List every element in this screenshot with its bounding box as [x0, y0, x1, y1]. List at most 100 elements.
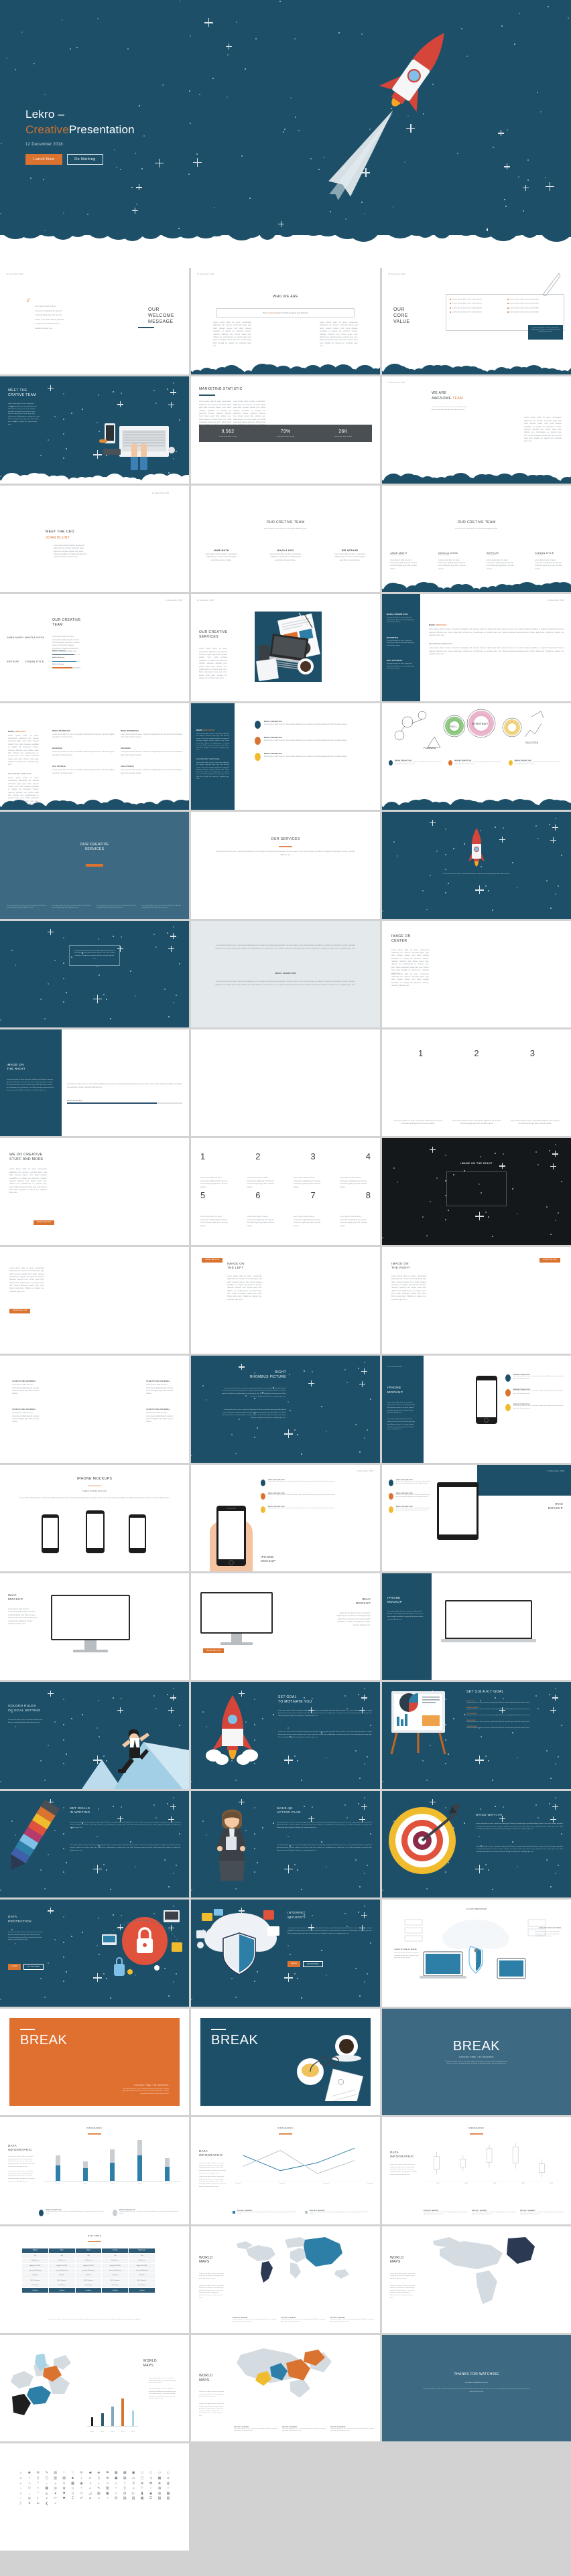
- slide-imac-mockup-b[interactable]: IMAGE BELLOW IMAC MOCKUP Lorem ipsum dol…: [191, 1573, 380, 1680]
- slide-sketch-strategy[interactable]: SKILL STRATEGY SUCCESS PLANNING MEDIA PR…: [382, 703, 571, 810]
- slide-data-table[interactable]: DATA TABLE Market Step Value Income Statemen…: [0, 2226, 189, 2334]
- slide-meet-the-ceo[interactable]: 12 December 2018 MEET THE CEO JOHN BLUNT…: [0, 485, 189, 593]
- slide-world-maps-europe[interactable]: WORLD MAPS Lorem ipsum dolor sit amet, c…: [0, 2335, 189, 2442]
- slide-our-core-value[interactable]: 12 December 2018 OUR CORE VALUE Lorem ip…: [382, 268, 571, 375]
- icon-set-glyph-icon: ⌁: [80, 2486, 83, 2491]
- sidebar-item-media-promotion[interactable]: MEDIA PROMOTION: [387, 613, 416, 616]
- slide-world-maps-asia[interactable]: WORLD MAPS Lorem ipsum dolor sit amet, c…: [191, 2335, 380, 2442]
- slide-numbers-123[interactable]: 1 2 3 Lorem ipsum dolor sit amet, consec…: [382, 1029, 571, 1137]
- slide-iphone-in-hand[interactable]: 12 December 2018 MEDIA PROMOTION Lorem ip…: [191, 1464, 380, 1572]
- slide-we-are-awesome-team[interactable]: 12 December 2018 WE ARE AWESOME TEAM Lor…: [382, 376, 571, 484]
- slide-marketing-statistic[interactable]: MARKETING STATISTIC Lorem ipsum dolor si…: [191, 376, 380, 484]
- slide-meet-the-creative-team[interactable]: MEET THE CRATIVE TEAM Lorem ipsum dolor …: [0, 376, 189, 484]
- slide-set-goals-in-writing[interactable]: SET GOALS IN WRITING Lorem ipsum dolor s…: [0, 1790, 189, 1898]
- slide-world-maps-america[interactable]: WORLD MAPS Lorem ipsum dolor sit amet, c…: [382, 2226, 571, 2334]
- slide-stick-with-it[interactable]: STICK WITH IT! Lorem ipsum dolor sit ame…: [382, 1790, 571, 1898]
- data-protection-illustration: [102, 1910, 182, 1977]
- slide-our-creative-team-skills[interactable]: 12 December 2018 OUR CREATIVE TEAM Lorem…: [0, 594, 189, 701]
- picture-label: YOUR PICTURE OR MODEL Lorem ipsum dolor …: [12, 1381, 40, 1395]
- data-table[interactable]: Market Step Value Income Statement +00 +00 +00 +…: [21, 2247, 155, 2293]
- slide-numbers-1-8[interactable]: 1 2 3 4 Lorem ipsum dolor sit amet, cons…: [191, 1138, 380, 1245]
- slide-imac-mockup[interactable]: IMAC MOCKUP Lorem ipsum dolor sit amet, …: [0, 1573, 189, 1680]
- slide-four-picture-model[interactable]: YOUR PICTURE OR MODEL Lorem ipsum dolor …: [0, 1356, 189, 1463]
- do-nothing-button[interactable]: DO NOTHING: [23, 1964, 44, 1971]
- table-footer-cell[interactable]: LinkNow: [48, 2287, 76, 2293]
- stat-label: Lorem ipsum dolor sit amet: [218, 436, 237, 438]
- slide-title: WORLD MAPS: [199, 2374, 213, 2382]
- stat-label: Lorem ipsum dolor sit amet: [276, 436, 295, 438]
- slide-image-on-center[interactable]: IMAGE ON CENTER Lorem ipsum dolor sit am…: [382, 920, 571, 1027]
- slide-golden-rules[interactable]: GOLDEN RULES OF GOAL SETTING Lorem ipsum…: [0, 1682, 189, 1789]
- image-bellow-button[interactable]: IMAGE BELLOW: [34, 1220, 55, 1225]
- caption: Lorem ipsum dolor sit amet, consectetur …: [442, 873, 511, 875]
- slide-cloud-services[interactable]: CLOUD SERVICES YOUR PICTURE OR MODEL Lor…: [382, 1900, 571, 2007]
- icon-set-glyph-icon: ◀: [88, 2471, 92, 2476]
- slide-break-steel[interactable]: BREAK COFFEE TIME / 30 MINUTES Lorem ips…: [382, 2008, 571, 2116]
- slide-set-smart-goal[interactable]: SET S.M.A.R.T GOAL SPECIFIC Lorem ipsum d…: [382, 1682, 571, 1789]
- lunch-now-button[interactable]: Lunch Now: [25, 153, 63, 165]
- slide-break-orange[interactable]: BREAK COFFEE TIME / 30 MINUTES Lorem ips…: [0, 2008, 189, 2116]
- sidebar-item-branding[interactable]: BRANDING: [387, 636, 416, 639]
- slide-our-creative-services-cover[interactable]: OUR CREATIVE SERVICES Lorem ipsum dolor …: [0, 812, 189, 919]
- do-nothing-button[interactable]: DO NOTHING: [303, 1961, 323, 1968]
- slide-internet-security[interactable]: INTERNET SECURITY Lorem ipsum dolor sit …: [191, 1900, 380, 2007]
- slide-set-goal-motivate[interactable]: SET GOAL TO MOTIVATE YOU Lorem ipsum dol…: [191, 1682, 380, 1789]
- icon-set-glyph-icon: ⌶: [72, 2496, 74, 2501]
- learn-button[interactable]: LEARN: [288, 1961, 301, 1968]
- image-bellow-button[interactable]: IMAGE BELLOW: [202, 1257, 223, 1263]
- icon-set-glyph-icon: ⌗: [28, 2502, 31, 2506]
- table-footer-cell[interactable]: LinkNow: [74, 2287, 103, 2293]
- table-footer-cell[interactable]: LinkNow: [101, 2287, 129, 2293]
- slide-right-rhombus-picture[interactable]: RIGHT RHOMBUS PICTURE Lorem ipsum dolor …: [191, 1356, 380, 1463]
- icon-set-glyph-icon: ⌀: [88, 2496, 92, 2501]
- slide-infographic-bar[interactable]: INFOGRAPHIC DATA INFOGRAPHIC Lorem ipsum…: [0, 2117, 189, 2224]
- slide-macbook-mockup[interactable]: IPHONE MOCKUP Lorem ipsum dolor sit amet…: [382, 1573, 571, 1680]
- image-bellow-button[interactable]: IMAGE BELLOW: [9, 1308, 31, 1313]
- slide-infographic-line[interactable]: INFOGRAPHIC DATA INFOGRAPHIC Lorem ipsum…: [191, 2117, 380, 2224]
- slide-icon-set[interactable]: ⌂ ☻ ✉ ✎ ▤ ♡ ☆ ⚲ ◀ ◈ ⚑ ▦ ▩ ▣ ▭ ▭ ▱ ◇ ⌂ ⌁ ▯ ▢ ▥ ▤ ♞ ♪ ♬ ▯ ⊕ ▣ ▤ ▭ ▢ ◁ ▦ ⌀ ⌁ ⌂ ⌃ ⌄…: [0, 2443, 189, 2551]
- do-nothing-button[interactable]: Do Nothing: [67, 153, 103, 165]
- sidebar-item-seo-optimize[interactable]: SEO OPTIMIZE: [387, 659, 416, 662]
- slide-center-badge-dark[interactable]: Lorem ipsum dolor sit amet, consectetur …: [0, 920, 189, 1027]
- slide-our-cretive-team-4[interactable]: OUR CRETIVE TEAM Lorem ipsum dolor sit a…: [382, 485, 571, 593]
- slide-plain-two-col[interactable]: Lorem ipsum dolor sit amet, consectetur …: [0, 1246, 189, 1354]
- slide-infographic-candle[interactable]: INFOGRAPHIC DATA INFOGRAPHIC Lorem ipsum…: [382, 2117, 571, 2224]
- image-bellow-button[interactable]: IMAGE BELLOW: [203, 1648, 225, 1654]
- slide-break-dark[interactable]: BREAK: [191, 2008, 380, 2116]
- slide-title: MEET THE CEO: [46, 529, 74, 534]
- legend-item: PROJECT MARKET Lorem ipsum dolor sit amet…: [233, 2210, 298, 2216]
- slide-we-do-creative[interactable]: WE DO CREATIVE STUFF AND MORE Lorem ipsu…: [0, 1138, 189, 1245]
- slide-image-on-the-right[interactable]: IMAGE ON THE RIGHT Lorem ipsum dolor sit…: [0, 1029, 189, 1137]
- slide-data-protection[interactable]: DATA PROTECTION Lorem ipsum dolor sit am…: [0, 1900, 189, 2007]
- slide-our-welcome-message[interactable]: 12 December 2018 // Lorem ipsum dolor si…: [0, 268, 189, 375]
- slide-world-maps-global[interactable]: WORLD MAPS Lorem ipsum dolor sit amet, c…: [191, 2226, 380, 2334]
- slide-plain-blank[interactable]: [191, 1029, 380, 1137]
- slide-iphone-mockup[interactable]: 12 December 2018 IPHONE MOCKUP Lorem ips…: [382, 1356, 571, 1463]
- slide-main-services-grid[interactable]: MAIN SERVICES Lorem ipsum dolor sit amet…: [0, 703, 189, 810]
- slide-our-cretive-team-3[interactable]: OUR CRETIVE TEAM Lorem ipsum dolor sit a…: [191, 485, 380, 593]
- table-footer-cell[interactable]: LinkNow: [21, 2287, 49, 2293]
- slide-services-sidebar[interactable]: 12 December 2018 MEDIA PROMOTION Lorem i…: [382, 594, 571, 701]
- slide-who-we-are[interactable]: 12 December 2018 WHO WE ARE We are start…: [191, 268, 380, 375]
- image-bellow-button[interactable]: IMAGE BELLOW: [539, 1257, 560, 1263]
- slide-services-ellipse-list[interactable]: MAIN SERVICES Lorem ipsum dolor sit amet…: [191, 703, 380, 810]
- slide-ipad-mockup[interactable]: 12 December 2018 MEDIA PROMOTION Lorem ip…: [382, 1464, 571, 1572]
- slide-rocket-night[interactable]: Lorem ipsum dolor sit amet, consectetur …: [382, 812, 571, 919]
- slide-image-on-the-right-b[interactable]: IMAGE ON THE RIGHT Lorem ipsum dolor sit…: [382, 1246, 571, 1354]
- table-footer-cell[interactable]: LinkNow: [128, 2287, 155, 2293]
- table-cell: 10,000 ares: [48, 2258, 76, 2264]
- imac-stand: [231, 1634, 242, 1643]
- slide-image-on-the-left[interactable]: IMAGE ON THE LEFT Lorem ipsum dolor sit …: [191, 1246, 380, 1354]
- slide-make-an-action-plan[interactable]: MAKE AN ACTION PLAN Lorem ipsum dolor si…: [191, 1790, 380, 1898]
- slide-iphone-mockups-three[interactable]: IPHONE MOCKUPS THREE IPHONE MOCKUP Lorem…: [0, 1464, 189, 1572]
- slide-our-services[interactable]: OUR SERVICES Lorem ipsum dolor sit amet,…: [191, 812, 380, 919]
- slide-thanks-for-watching[interactable]: THANKS FOR WATCHING LEKRO PRESENTATION L…: [382, 2335, 571, 2442]
- axis-tick-label: 17/02: [493, 2183, 497, 2185]
- slide-our-creative-services[interactable]: 12 December 2018 OUR CREATIVE SERVICES L…: [191, 594, 380, 701]
- learn-button[interactable]: LEARN: [8, 1964, 21, 1971]
- skill-item: Adobe Photoshop: [52, 650, 80, 656]
- body-text: Lorem ipsum dolor sit amet, consectetur …: [8, 403, 40, 425]
- slide-image-on-the-right-dark[interactable]: IMAGE ON THE RIGHT: [382, 1138, 571, 1245]
- slide-quote-light[interactable]: Lorem ipsum dolor sit amet, consectetur …: [191, 920, 380, 1027]
- icon-set-glyph-icon: ▯: [123, 2486, 126, 2491]
